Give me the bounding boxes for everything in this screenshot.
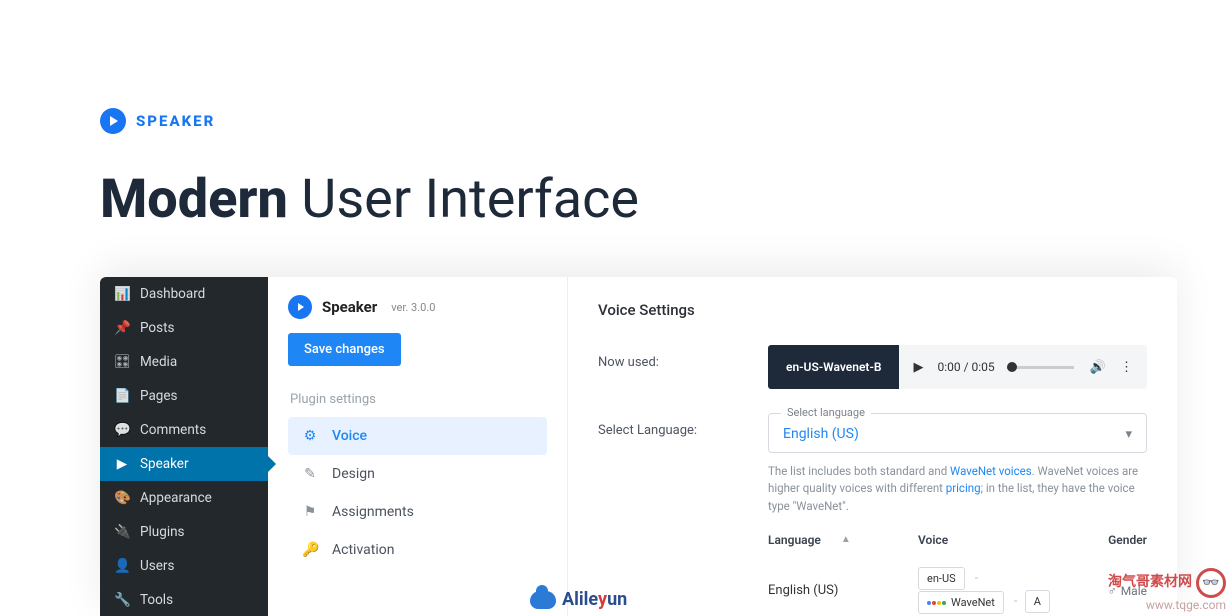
sliders-icon: ⚙ — [302, 428, 318, 444]
brush-icon: 🎨 — [114, 490, 130, 506]
key-icon: 🔑 — [302, 542, 318, 558]
pencil-icon: ✎ — [302, 466, 318, 482]
settings-title: Voice Settings — [598, 301, 1147, 319]
sidebar-item-speaker[interactable]: ▶Speaker — [100, 447, 268, 481]
sidebar-item-dashboard[interactable]: 📊Dashboard — [100, 277, 268, 311]
main-content: Voice Settings Now used: en-US-Wavenet-B… — [568, 277, 1177, 616]
watermark-tqge: 淘气哥素材网 www.tqge.com — [1108, 568, 1226, 614]
sidebar-item-posts[interactable]: 📌Posts — [100, 311, 268, 345]
table-row[interactable]: English (US) en-US- WaveNet- A ♂Male — [768, 557, 1147, 615]
nav-design[interactable]: ✎Design — [288, 455, 547, 493]
table-header: Language ▲ Voice Gender — [768, 533, 1147, 557]
user-icon: 👤 — [114, 558, 130, 574]
plugin-version: ver. 3.0.0 — [391, 301, 435, 314]
page-heading: Modern User Interface — [100, 168, 639, 231]
sidebar-item-appearance[interactable]: 🎨Appearance — [100, 481, 268, 515]
plug-icon: 🔌 — [114, 524, 130, 540]
nav-voice[interactable]: ⚙Voice — [288, 417, 547, 455]
page-icon: 📄 — [114, 388, 130, 404]
plugin-logo-icon — [288, 295, 312, 319]
sidebar-item-comments[interactable]: 💬Comments — [100, 413, 268, 447]
audio-player[interactable]: en-US-Wavenet-B ▶ 0:00 / 0:05 🔊 ⋮ — [768, 345, 1147, 389]
sort-icon[interactable]: ▲ — [841, 534, 851, 545]
selected-language: English (US) — [783, 426, 859, 442]
media-icon: 🎛 — [114, 354, 130, 370]
speaker-logo-icon — [100, 108, 126, 134]
locale-chip: en-US — [918, 567, 965, 590]
brand-name: SPEAKER — [136, 112, 215, 130]
pricing-link[interactable]: pricing — [946, 481, 981, 495]
app-window: 📊Dashboard 📌Posts 🎛Media 📄Pages 💬Comment… — [100, 277, 1177, 616]
wavenet-link[interactable]: WaveNet voices — [950, 464, 1032, 478]
select-language-label: Select Language: — [598, 413, 768, 438]
pin-icon: 📌 — [114, 320, 130, 336]
nav-activation[interactable]: 🔑Activation — [288, 531, 547, 569]
sidebar-item-users[interactable]: 👤Users — [100, 549, 268, 583]
more-icon[interactable]: ⋮ — [1120, 360, 1133, 375]
volume-icon[interactable]: 🔊 — [1090, 360, 1106, 375]
wrench-icon: 🔧 — [114, 592, 130, 608]
select-legend: Select language — [781, 406, 871, 419]
face-icon — [1196, 568, 1226, 598]
chevron-down-icon: ▾ — [1125, 427, 1132, 442]
play-button-icon[interactable]: ▶ — [913, 360, 923, 375]
comment-icon: 💬 — [114, 422, 130, 438]
dashboard-icon: 📊 — [114, 286, 130, 302]
sidebar-item-pages[interactable]: 📄Pages — [100, 379, 268, 413]
nav-assignments[interactable]: ⚑Assignments — [288, 493, 547, 531]
now-used-label: Now used: — [598, 345, 768, 370]
flag-icon: ⚑ — [302, 504, 318, 520]
wp-admin-sidebar: 📊Dashboard 📌Posts 🎛Media 📄Pages 💬Comment… — [100, 277, 268, 616]
sidebar-item-tools[interactable]: 🔧Tools — [100, 583, 268, 616]
plugin-settings-panel: Speaker ver. 3.0.0 Save changes Plugin s… — [268, 277, 568, 616]
section-label: Plugin settings — [290, 392, 547, 407]
voice-badge: en-US-Wavenet-B — [768, 345, 899, 389]
row-voice: en-US- WaveNet- A — [918, 567, 1077, 615]
time-display: 0:00 / 0:05 — [937, 360, 994, 374]
wavenet-chip: WaveNet — [918, 591, 1004, 614]
cloud-icon — [530, 591, 556, 609]
save-changes-button[interactable]: Save changes — [288, 333, 401, 366]
seek-track[interactable] — [1007, 366, 1074, 369]
col-voice[interactable]: Voice — [918, 533, 1077, 547]
sidebar-item-plugins[interactable]: 🔌Plugins — [100, 515, 268, 549]
watermark-alileyun: Alileyun — [530, 589, 627, 610]
col-gender[interactable]: Gender — [1077, 533, 1147, 547]
play-icon: ▶ — [114, 456, 130, 472]
help-text: The list includes both standard and Wave… — [768, 463, 1147, 515]
plugin-title: Speaker — [322, 298, 377, 316]
sidebar-item-media[interactable]: 🎛Media — [100, 345, 268, 379]
col-language[interactable]: Language — [768, 533, 821, 547]
variant-chip: A — [1025, 590, 1050, 613]
language-select[interactable]: Select language English (US) ▾ — [768, 413, 1147, 453]
row-language: English (US) — [768, 583, 918, 598]
